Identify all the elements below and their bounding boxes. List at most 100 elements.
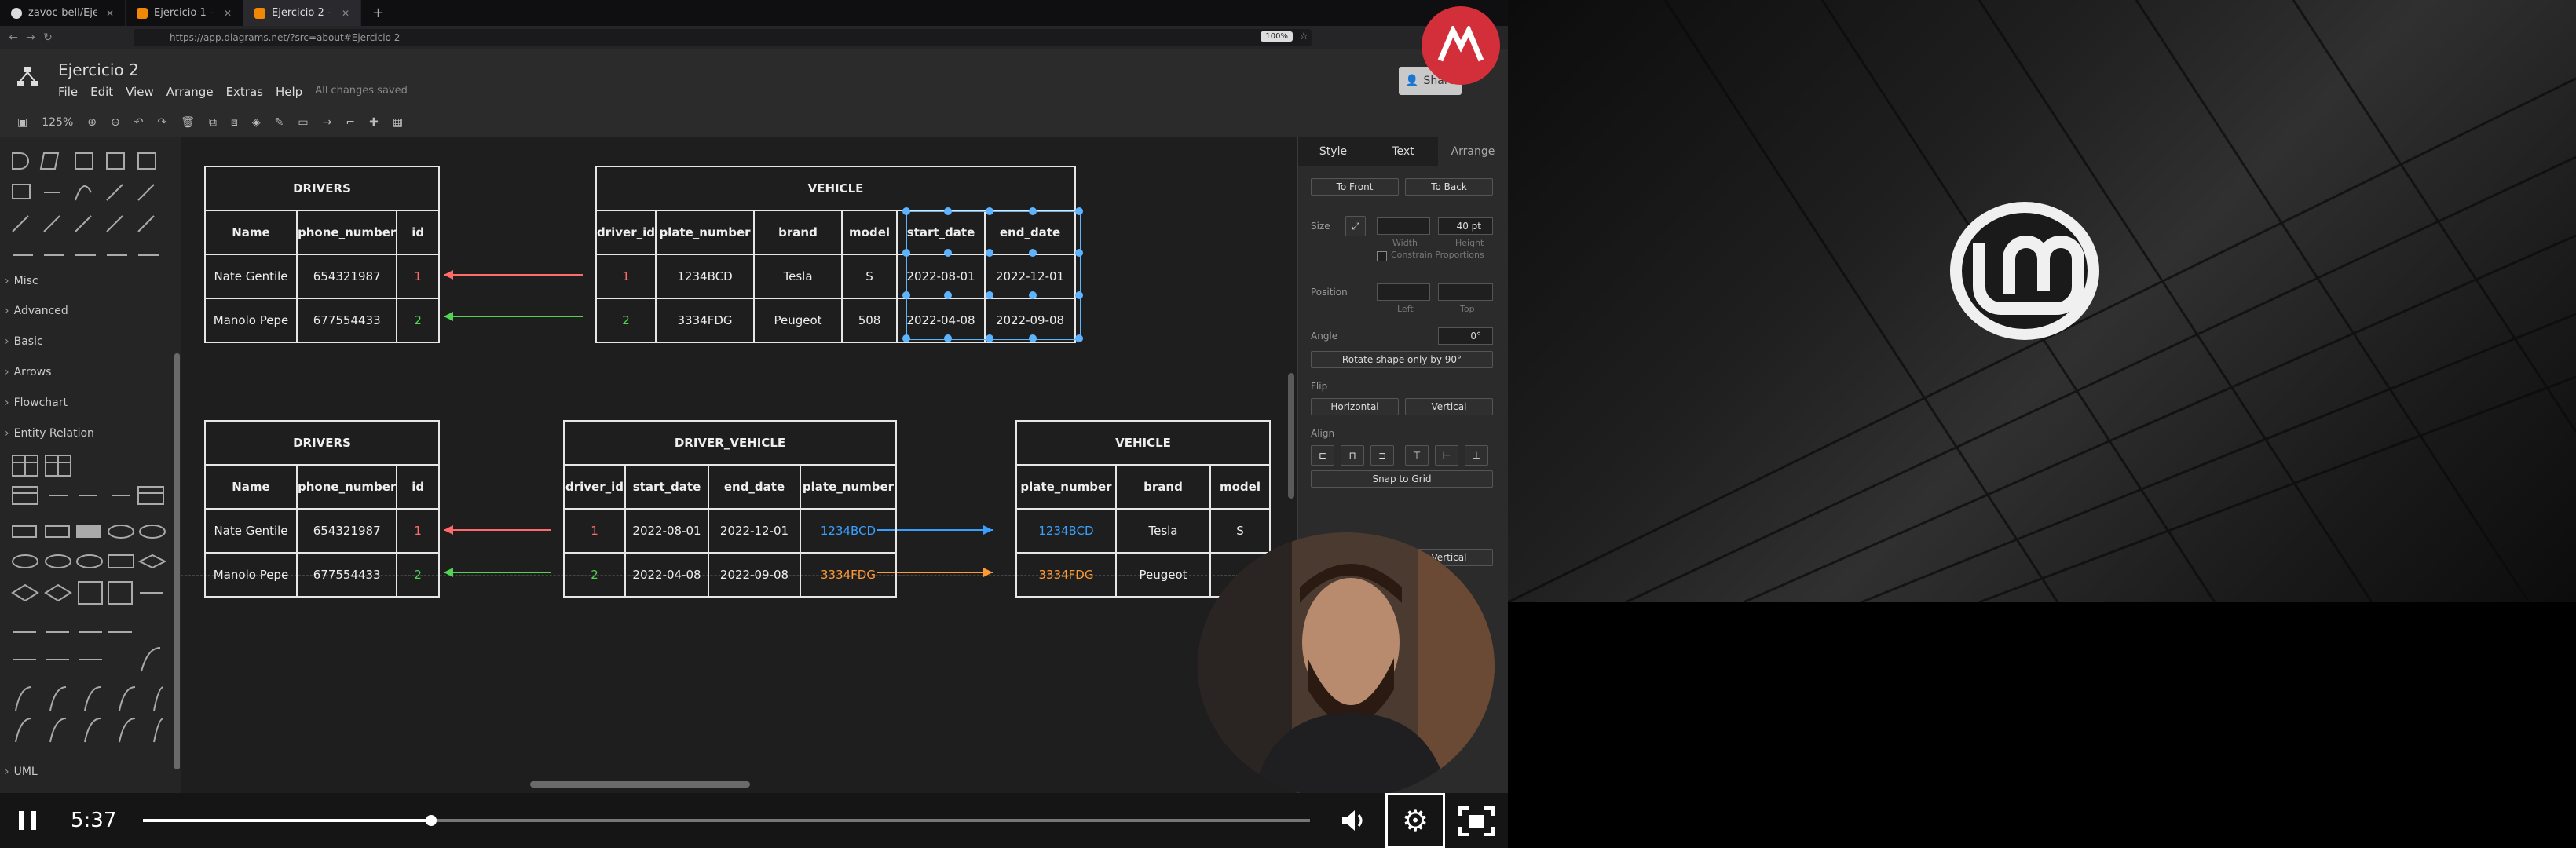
tab-text[interactable]: Text [1368, 137, 1438, 166]
to-back-icon[interactable]: ⧈ [231, 116, 238, 129]
menu-extras[interactable]: Extras [226, 85, 263, 99]
flip-vertical-button[interactable]: Vertical [1405, 398, 1493, 415]
insert-icon[interactable]: ✚ [369, 116, 379, 129]
table-cell: Nate Gentile [204, 254, 298, 299]
align-left-icon[interactable]: ⊏ [1311, 445, 1334, 466]
table-cell: 2 [396, 552, 440, 598]
align-top-icon[interactable]: ⊤ [1405, 445, 1429, 466]
selection-box[interactable] [906, 211, 1081, 340]
address-bar[interactable]: https://app.diagrams.net/?src=about#Ejer… [134, 29, 1312, 46]
snap-to-grid-button[interactable]: Snap to Grid [1311, 470, 1493, 488]
seek-bar[interactable] [143, 815, 1310, 826]
autosize-icon[interactable]: ⤢ [1345, 216, 1366, 236]
table-cell: Nate Gentile [204, 508, 298, 554]
to-front-icon[interactable]: ⧉ [209, 116, 217, 129]
align-center-icon[interactable]: ⊓ [1341, 445, 1364, 466]
back-icon[interactable]: ← [5, 31, 22, 44]
forward-icon[interactable]: → [22, 31, 39, 44]
er-table-vehicle-bottom[interactable]: VEHICLE plate_number brand model 1234BCD… [1015, 420, 1271, 598]
zoom-select[interactable]: 125% [42, 116, 73, 129]
zoom-out-icon[interactable]: ⊖ [111, 116, 120, 129]
to-front-button[interactable]: To Front [1311, 178, 1399, 196]
drawio-icon [254, 7, 265, 19]
er-table-drivers-top[interactable]: DRIVERS Name phone_number id Nate Gentil… [204, 166, 440, 343]
sidebar-section-advanced[interactable]: Advanced [5, 305, 68, 317]
line-color-icon[interactable]: ✎ [275, 116, 284, 129]
flip-label: Flip [1311, 381, 1328, 392]
constrain-checkbox[interactable] [1377, 251, 1387, 261]
table-cell: 2022-12-01 [708, 508, 801, 554]
bookmark-star-icon[interactable]: ☆ [1299, 31, 1308, 42]
volume-icon[interactable] [1339, 807, 1367, 834]
shadow-icon[interactable]: ▭ [298, 116, 308, 129]
menu-edit[interactable]: Edit [90, 85, 113, 99]
width-input[interactable] [1377, 217, 1430, 235]
sidebar-section-flowchart[interactable]: Flowchart [5, 397, 68, 409]
constrain-label: Constrain Proportions [1391, 250, 1484, 260]
redo-icon[interactable]: ↷ [157, 116, 166, 129]
position-label: Position [1311, 287, 1348, 298]
entity-relation-palette[interactable] [11, 451, 168, 750]
left-input[interactable] [1377, 283, 1430, 301]
fill-color-icon[interactable]: ◈ [252, 116, 261, 129]
undo-icon[interactable]: ↶ [134, 116, 144, 129]
browser-tab-ejercicio-2[interactable]: Ejercicio 2 - diagrams.net ✕ [243, 0, 361, 26]
canvas-vertical-scrollbar[interactable] [1288, 373, 1294, 499]
align-middle-icon[interactable]: ⊢ [1435, 445, 1458, 466]
menu-arrange[interactable]: Arrange [166, 85, 214, 99]
er-table-driver-vehicle[interactable]: DRIVER_VEHICLE driver_id start_date end_… [563, 420, 897, 598]
to-back-button[interactable]: To Back [1405, 178, 1493, 196]
table-icon[interactable]: ▦ [393, 116, 403, 129]
connection-icon[interactable]: → [323, 116, 332, 129]
menu-help[interactable]: Help [276, 85, 302, 99]
column-header: model [1209, 464, 1271, 510]
canvas-horizontal-scrollbar[interactable] [530, 781, 750, 788]
tab-arrange[interactable]: Arrange [1438, 137, 1508, 166]
close-tab-icon[interactable]: ✕ [224, 8, 232, 19]
flip-horizontal-button[interactable]: Horizontal [1311, 398, 1399, 415]
table-cell: 1 [563, 508, 626, 554]
waypoints-icon[interactable]: ⌐ [346, 116, 355, 129]
sidebar-section-uml[interactable]: UML [5, 766, 38, 778]
sidebar-section-misc[interactable]: Misc [5, 275, 38, 287]
close-tab-icon[interactable]: ✕ [106, 8, 114, 19]
table-cell: 1 [396, 508, 440, 554]
sidebar-section-entity-relation[interactable]: Entity Relation [5, 427, 94, 440]
pause-icon[interactable] [16, 809, 39, 832]
er-table-drivers-bottom[interactable]: DRIVERS Name phone_number id Nate Gentil… [204, 420, 440, 598]
app-header: Ejercicio 2 File Edit View Arrange Extra… [0, 49, 1508, 108]
left-sublabel: Left [1397, 304, 1414, 314]
document-title[interactable]: Ejercicio 2 [58, 60, 139, 79]
table-cell: 1234BCD [800, 508, 897, 554]
zoom-in-icon[interactable]: ⊕ [87, 116, 97, 129]
align-bottom-icon[interactable]: ⊥ [1465, 445, 1488, 466]
rotate-button[interactable]: Rotate shape only by 90° [1311, 351, 1493, 368]
diagram-canvas[interactable]: DRIVERS Name phone_number id Nate Gentil… [181, 137, 1328, 793]
fullscreen-icon[interactable] [1458, 806, 1495, 837]
tab-style[interactable]: Style [1298, 137, 1368, 166]
table-cell: 2 [595, 298, 657, 343]
sidebar-section-basic[interactable]: Basic [5, 335, 43, 348]
shape-palette[interactable] [11, 145, 168, 263]
delete-icon[interactable]: 🗑 [181, 116, 195, 129]
table-cell: S [1209, 508, 1271, 554]
browser-tab-github[interactable]: zavoc-bell/Ejercicios-sql-es-mo ✕ [0, 0, 126, 26]
reload-icon[interactable]: ↻ [39, 31, 57, 44]
new-tab-icon[interactable]: + [361, 5, 395, 21]
view-panels-icon[interactable]: ▣ [17, 116, 27, 129]
menu-file[interactable]: File [58, 85, 78, 99]
top-input[interactable] [1438, 283, 1493, 301]
angle-input[interactable]: 0° [1438, 327, 1493, 345]
user-icon: 👤 [1405, 75, 1419, 87]
sidebar-section-arrows[interactable]: Arrows [5, 366, 52, 378]
close-tab-icon[interactable]: ✕ [342, 8, 349, 19]
height-input[interactable]: 40 pt [1438, 217, 1493, 235]
seek-handle[interactable] [426, 815, 437, 826]
settings-button[interactable]: ⚙ [1385, 793, 1445, 848]
align-right-icon[interactable]: ⊐ [1370, 445, 1394, 466]
table-cell: 3334FDG [800, 552, 897, 598]
menu-view[interactable]: View [126, 85, 154, 99]
table-title: VEHICLE [1015, 420, 1271, 466]
sidebar-scrollbar[interactable] [174, 353, 180, 769]
browser-tab-ejercicio-1[interactable]: Ejercicio 1 - diagrams.net ✕ [126, 0, 243, 26]
